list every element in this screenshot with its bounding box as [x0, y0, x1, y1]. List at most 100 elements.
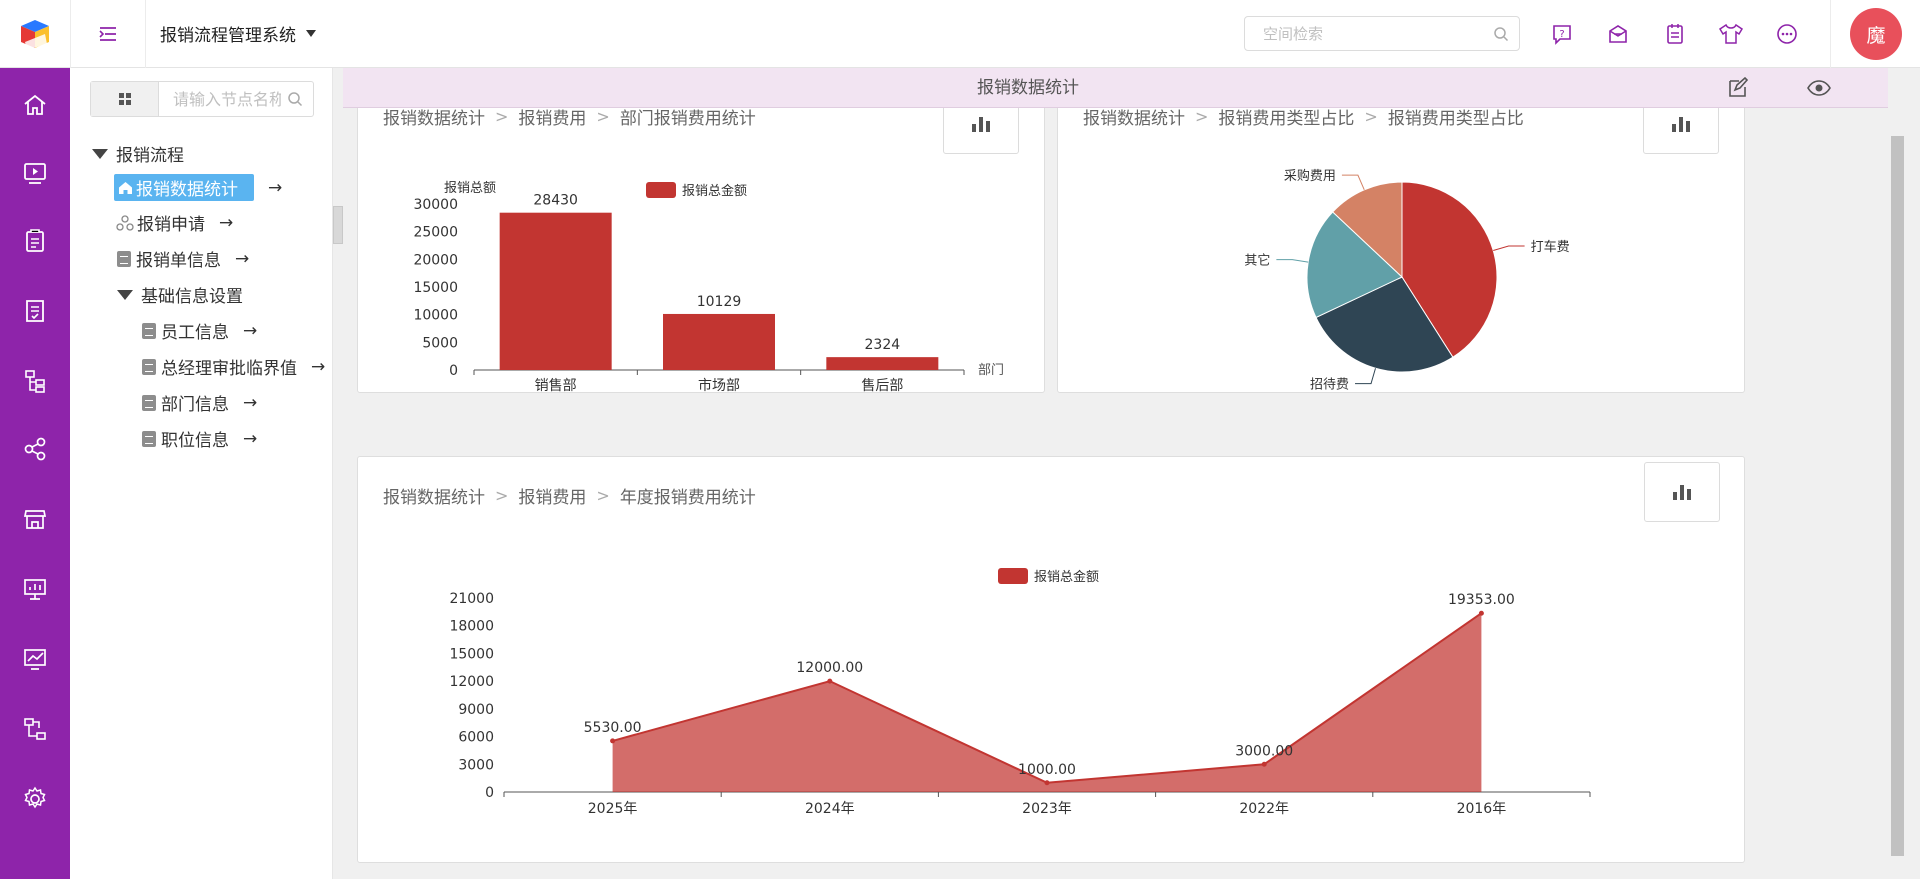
- chart-trend-icon[interactable]: [0, 634, 70, 684]
- gear-icon[interactable]: [0, 774, 70, 824]
- search-icon[interactable]: [1493, 26, 1509, 42]
- dept-expense-card: 报销数据统计 > 报销费用 > 部门报销费用统计 报销总金额 报销总额 0 5000 100…: [357, 83, 1045, 394]
- y-tick-label: 15000: [413, 280, 458, 296]
- pie-label-line: [1341, 174, 1365, 191]
- pie-label: 其它: [1244, 253, 1270, 269]
- data-label: 2324: [865, 337, 901, 353]
- data-point: [1261, 761, 1267, 767]
- data-label: 28430: [533, 193, 578, 209]
- share-icon[interactable]: [0, 424, 70, 474]
- avatar-divider: [1830, 0, 1831, 68]
- caret-down-icon: [117, 289, 133, 300]
- arrow-right-icon[interactable]: →: [268, 178, 282, 198]
- tree-item-basic-settings[interactable]: 基础信息设置: [117, 282, 243, 307]
- more-chat-icon[interactable]: [1774, 21, 1800, 47]
- y-axis-title: 报销总额: [444, 181, 496, 196]
- panel-splitter[interactable]: [333, 206, 343, 244]
- notebook-icon[interactable]: [1662, 21, 1688, 47]
- store-icon[interactable]: [0, 494, 70, 544]
- chevron-down-icon: [306, 30, 316, 37]
- legend-label: 报销总金额: [682, 183, 747, 199]
- data-label: 10129: [697, 294, 742, 310]
- y-tick-label: 0: [449, 363, 458, 379]
- y-tick-label: 20000: [413, 252, 458, 268]
- tree-item-apply[interactable]: 报销申请 →: [116, 210, 233, 235]
- tree-item-positions[interactable]: 职位信息 →: [142, 426, 257, 451]
- tree-root-label: 报销流程: [116, 146, 184, 166]
- bar: [663, 313, 775, 370]
- arrow-right-icon[interactable]: →: [311, 357, 325, 377]
- data-label: 19353.00: [1448, 592, 1515, 608]
- presentation-icon[interactable]: [0, 564, 70, 614]
- pie-label: 打车费: [1531, 239, 1570, 255]
- org-tree-icon[interactable]: [0, 356, 70, 406]
- pie-label: 采购费用: [1284, 168, 1336, 184]
- video-icon[interactable]: [0, 148, 70, 198]
- space-search: [1244, 16, 1520, 51]
- bar: [826, 357, 939, 370]
- tree-root[interactable]: 报销流程: [92, 141, 184, 166]
- home-icon[interactable]: [0, 80, 70, 130]
- form-check-icon[interactable]: [0, 286, 70, 336]
- tree-item-departments[interactable]: 部门信息 →: [142, 390, 257, 415]
- network-icon: [116, 214, 134, 231]
- inbox-icon[interactable]: [1605, 21, 1631, 47]
- data-point: [610, 738, 616, 744]
- y-tick-label: 0: [485, 785, 494, 801]
- legend-swatch: [646, 182, 676, 198]
- data-label: 12000.00: [796, 660, 863, 676]
- scrollbar-thumb[interactable]: [1891, 136, 1904, 856]
- x-axis-title: 部门: [978, 363, 1004, 378]
- tree-item-employees[interactable]: 员工信息 →: [142, 318, 257, 343]
- data-label: 3000.00: [1235, 743, 1293, 759]
- y-tick-label: 18000: [449, 619, 494, 635]
- tree-panel: 报销流程 报销数据统计 → 报销申请 → 报销单信息 → 基础信息设置 员工信息…: [70, 68, 333, 879]
- arrow-right-icon[interactable]: →: [243, 393, 257, 413]
- data-label: 1000.00: [1018, 762, 1076, 778]
- tree-search-input[interactable]: [161, 82, 281, 116]
- y-tick-label: 9000: [458, 702, 494, 718]
- avatar[interactable]: 魔: [1850, 8, 1902, 60]
- tree-search: [90, 81, 314, 117]
- tree-item-label: 报销申请: [137, 215, 205, 235]
- clipboard-icon[interactable]: [0, 216, 70, 266]
- tree-item-label: 部门信息: [161, 395, 229, 415]
- app-logo-icon[interactable]: [0, 0, 70, 68]
- arrow-right-icon[interactable]: →: [243, 429, 257, 449]
- y-tick-label: 10000: [413, 308, 458, 324]
- app-title-dropdown[interactable]: 报销流程管理系统: [160, 21, 316, 46]
- tree-item-stats[interactable]: 报销数据统计 →: [114, 174, 282, 201]
- svg-text:?: ?: [1559, 29, 1564, 40]
- x-tick-label: 市场部: [698, 377, 740, 394]
- tree-item-label: 报销单信息: [136, 251, 221, 271]
- menu-toggle-button[interactable]: [70, 0, 146, 68]
- data-point: [1478, 610, 1484, 616]
- tree-item-threshold[interactable]: 总经理审批临界值 →: [142, 354, 325, 379]
- arrow-right-icon[interactable]: →: [235, 249, 249, 269]
- app-title: 报销流程管理系统: [160, 26, 296, 46]
- flow-icon[interactable]: [0, 704, 70, 754]
- grid-view-button[interactable]: [91, 82, 159, 116]
- arrow-right-icon[interactable]: →: [243, 321, 257, 341]
- eye-icon[interactable]: [1806, 79, 1832, 97]
- tree-item-forms[interactable]: 报销单信息 →: [117, 246, 249, 271]
- x-tick-label: 2016年: [1457, 801, 1507, 817]
- tree-item-label: 职位信息: [161, 431, 229, 451]
- tshirt-skin-icon[interactable]: [1718, 21, 1744, 47]
- edit-icon[interactable]: [1726, 77, 1748, 99]
- dept-bar-chart: 报销总金额 报销总额 0 5000 10000 15000 20000 25000 30000 2…: [413, 181, 1004, 394]
- help-chat-icon[interactable]: ?: [1549, 21, 1575, 47]
- top-bar: 报销流程管理系统 ? 魔: [0, 0, 1920, 68]
- space-search-input[interactable]: [1245, 17, 1485, 50]
- y-tick-label: 12000: [449, 674, 494, 690]
- y-tick-label: 15000: [449, 646, 494, 662]
- x-tick-label: 2023年: [1022, 801, 1072, 817]
- vertical-scrollbar[interactable]: [1890, 68, 1920, 879]
- legend-label: 报销总金额: [1034, 569, 1099, 585]
- search-icon[interactable]: [287, 91, 303, 107]
- document-icon: [142, 358, 156, 375]
- arrow-right-icon[interactable]: →: [219, 213, 233, 233]
- x-tick-label: 售后部: [861, 378, 903, 394]
- grid-icon: [118, 93, 131, 105]
- bar: [499, 212, 612, 370]
